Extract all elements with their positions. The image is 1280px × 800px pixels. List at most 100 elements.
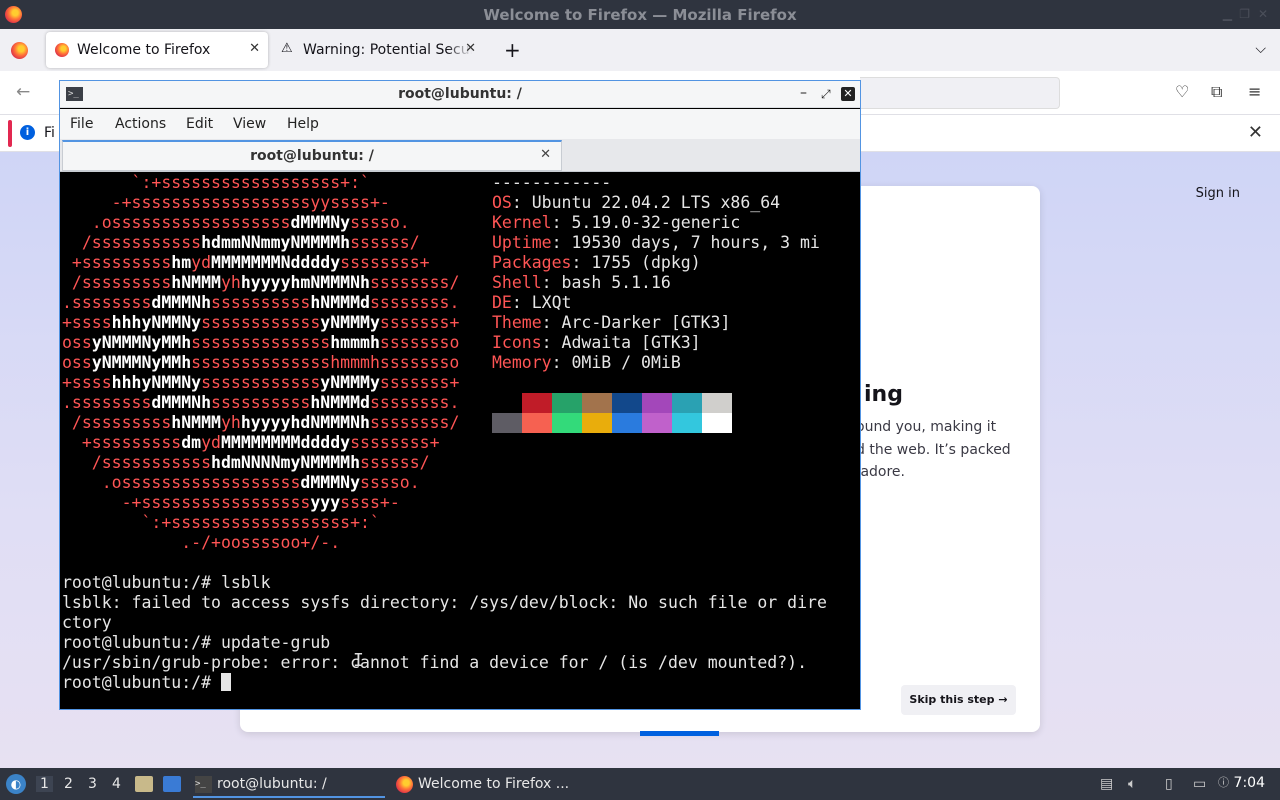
workspace-3[interactable]: 3 <box>88 776 97 792</box>
url-bar[interactable] <box>860 77 1060 109</box>
palette-swatch <box>552 393 582 413</box>
ascii-line: /ssssssssshNMMMyhhyyyyhdNMMMNhssssssss/ <box>62 413 460 432</box>
info-icon: i <box>20 125 35 140</box>
menu-hamburger-icon[interactable]: ≡ <box>1248 82 1261 101</box>
back-arrow-icon[interactable]: ← <box>16 82 30 102</box>
file-manager-icon[interactable] <box>135 776 153 792</box>
palette-swatch <box>642 413 672 433</box>
terminal-tab-label: root@lubuntu: / <box>250 148 374 164</box>
volume-icon[interactable]: 🔈︎ <box>1128 776 1136 792</box>
firefox-icon <box>396 776 413 793</box>
pocket-icon[interactable]: ♡ <box>1175 82 1189 101</box>
palette-swatch <box>642 393 672 413</box>
palette-swatch <box>492 413 522 433</box>
ascii-line: /ssssssssshNMMMyhhyyyyhmNMMMNhssssssss/ <box>62 273 460 292</box>
minimize-icon[interactable]: – <box>800 85 807 101</box>
taskbar-terminal[interactable]: >_ root@lubuntu: / <box>193 771 385 798</box>
firefox-tab-bar: Welcome to Firefox ✕ ⚠ Warning: Potentia… <box>0 29 1280 71</box>
close-icon[interactable]: ✕ <box>1258 7 1268 21</box>
close-icon[interactable]: ✕ <box>841 87 855 101</box>
skip-step-button[interactable]: Skip this step → <box>901 685 1016 715</box>
sysinfo-line: DE: LXQt <box>492 293 572 312</box>
ascii-line: +sssshhhyNMMNyssssssssssssyNMMMysssssss+ <box>62 313 460 332</box>
list-all-tabs-chevron-down-icon[interactable]: ⌵ <box>1255 41 1266 57</box>
update-notifier-icon[interactable]: ⓘ <box>1218 774 1229 790</box>
maximize-icon[interactable]: ⤢ <box>821 87 831 102</box>
network-icon[interactable]: ▭ <box>1193 776 1206 792</box>
menu-view[interactable]: View <box>233 116 266 132</box>
card-heading: ing <box>864 382 903 407</box>
terminal-titlebar[interactable]: >_ root@lubuntu: / – ⤢ ✕ <box>60 81 860 108</box>
workspace-1[interactable]: 1 <box>36 776 53 792</box>
terminal-icon: >_ <box>195 776 212 793</box>
notice-close-icon[interactable]: ✕ <box>1248 122 1263 143</box>
ascii-line: ossyNMMMNyMMhsssssssssssssshmmmhssssssso <box>62 333 460 352</box>
clock[interactable]: 7:04 <box>1234 775 1265 791</box>
tab-close-icon[interactable]: ✕ <box>465 41 476 56</box>
tab-close-icon[interactable]: ✕ <box>249 41 260 56</box>
palette-swatch <box>522 413 552 433</box>
maximize-icon[interactable]: ❐ <box>1239 7 1250 21</box>
terminal-tab[interactable]: root@lubuntu: / ✕ <box>62 140 562 171</box>
menu-file[interactable]: File <box>70 116 93 132</box>
palette-swatch <box>612 393 642 413</box>
terminal-title: root@lubuntu: / <box>398 86 522 102</box>
minimize-icon[interactable]: ▁ <box>1223 7 1232 21</box>
sysinfo-line: OS: Ubuntu 22.04.2 LTS x86_64 <box>492 193 781 212</box>
taskbar: ◐ 1 2 3 4 >_ root@lubuntu: / Welcome to … <box>0 768 1280 800</box>
terminal-menu-bar: File Actions Edit View Help <box>60 109 860 139</box>
palette-swatch <box>672 413 702 433</box>
tab-label: Warning: Potential Security Risk Ahead <box>303 42 472 58</box>
ascii-line: .ossssssssssssssssssdMMMNysssso. <box>62 473 420 492</box>
firefox-view-icon[interactable] <box>11 42 28 59</box>
menu-edit[interactable]: Edit <box>186 116 213 132</box>
sysinfo-line: Shell: bash 5.1.16 <box>492 273 671 292</box>
task-label: root@lubuntu: / <box>217 776 327 792</box>
new-tab-plus-icon[interactable]: + <box>504 38 521 62</box>
menu-help[interactable]: Help <box>287 116 319 132</box>
terminal-output[interactable]: `:+ssssssssssssssssss+:` -+sssssssssssss… <box>62 173 858 707</box>
workspace-2[interactable]: 2 <box>64 776 73 792</box>
palette-swatch <box>702 393 732 413</box>
show-desktop-icon[interactable] <box>163 776 181 792</box>
tab-security-warning[interactable]: ⚠ Warning: Potential Security Risk Ahead… <box>272 32 484 68</box>
notice-text: Fi <box>44 125 55 141</box>
firefox-titlebar: Welcome to Firefox — Mozilla Firefox ▁ ❐… <box>0 0 1280 29</box>
output-line: root@lubuntu:/# update-grub <box>62 633 331 652</box>
notice-accent-bar <box>8 120 12 147</box>
notes-icon[interactable]: ▯ <box>1165 776 1173 792</box>
palette-swatch <box>522 393 552 413</box>
menu-actions[interactable]: Actions <box>115 116 166 132</box>
ascii-line: /ssssssssssshdmmNNmmyNMMMMhssssss/ <box>62 233 420 252</box>
workspace-4[interactable]: 4 <box>112 776 121 792</box>
text-cursor-ibeam-icon: I <box>353 650 364 671</box>
sysinfo-line: Memory: 0MiB / 0MiB <box>492 353 681 372</box>
ascii-line: .-/+oossssoo+/-. <box>62 533 341 552</box>
clipboard-icon[interactable]: ▤ <box>1100 776 1113 792</box>
palette-swatch <box>582 393 612 413</box>
ascii-line: ossyNMMMNyMMhsssssssssssssshmmmhssssssso <box>62 353 460 372</box>
sysinfo-line: Uptime: 19530 days, 7 hours, 3 mi <box>492 233 820 252</box>
taskbar-firefox[interactable]: Welcome to Firefox ... <box>394 771 574 798</box>
ascii-line: +sssshhhyNMMNyssssssssssssyNMMMysssssss+ <box>62 373 460 392</box>
ascii-line: -+sssssssssssssssssyyyssss+- <box>62 493 400 512</box>
start-menu-icon[interactable]: ◐ <box>6 774 26 794</box>
sysinfo-separator: ------------ <box>492 173 612 192</box>
palette-swatch <box>672 393 702 413</box>
output-line: /usr/sbin/grub-probe: error: cannot find… <box>62 653 808 672</box>
tab-welcome[interactable]: Welcome to Firefox ✕ <box>46 32 268 68</box>
sysinfo-line: Theme: Arc-Darker [GTK3] <box>492 313 731 332</box>
ascii-line: `:+ssssssssssssssssss+:` <box>62 173 370 192</box>
terminal-cursor <box>220 673 231 691</box>
ascii-line: .ossssssssssssssssssdMMMNysssso. <box>62 213 410 232</box>
extensions-icon[interactable]: ⧉ <box>1211 82 1222 102</box>
ascii-line: +ssssssssshmydMMMMMMMNddddyssssssss+ <box>62 253 430 272</box>
sysinfo-line: Icons: Adwaita [GTK3] <box>492 333 701 352</box>
sign-in-link[interactable]: Sign in <box>1196 186 1240 201</box>
output-line: root@lubuntu:/# lsblk <box>62 573 271 592</box>
palette-swatch <box>702 413 732 433</box>
terminal-tab-close-icon[interactable]: ✕ <box>540 147 551 162</box>
ascii-line: +sssssssssdmydMMMMMMMMddddyssssssss+ <box>62 433 440 452</box>
terminal-window[interactable]: >_ root@lubuntu: / – ⤢ ✕ File Actions Ed… <box>59 80 861 710</box>
palette-swatch <box>582 413 612 433</box>
